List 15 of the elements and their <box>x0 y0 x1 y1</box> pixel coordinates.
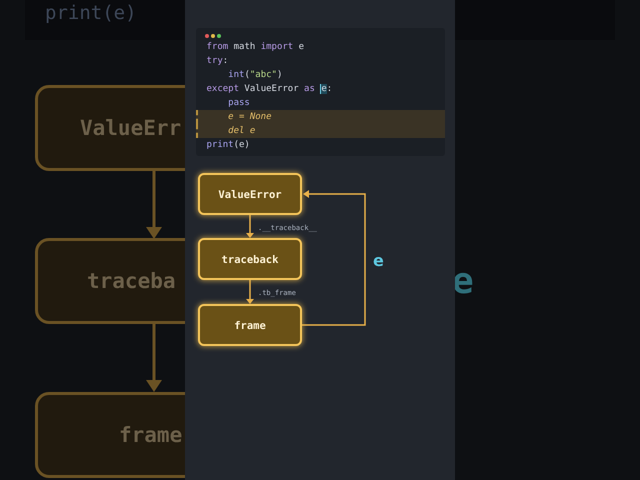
arrow <box>246 280 254 304</box>
diagram-node: frame <box>198 304 302 346</box>
arrow <box>246 215 254 238</box>
blurred-code-text: print(e) <box>45 1 137 26</box>
blurred-label: e <box>452 262 474 302</box>
code-line: pass <box>227 97 251 110</box>
code-line: int("abc") <box>227 69 284 82</box>
loop-label: e <box>373 251 384 270</box>
blurred-arrow-icon <box>146 171 162 239</box>
window-dots-icon <box>204 34 222 38</box>
diagram-node: ValueError <box>198 173 302 215</box>
code-line: from math import e <box>206 41 306 54</box>
blurred-arrow-icon <box>146 324 162 392</box>
code-line: try: <box>206 55 230 68</box>
diagram-node: traceback <box>198 238 302 280</box>
